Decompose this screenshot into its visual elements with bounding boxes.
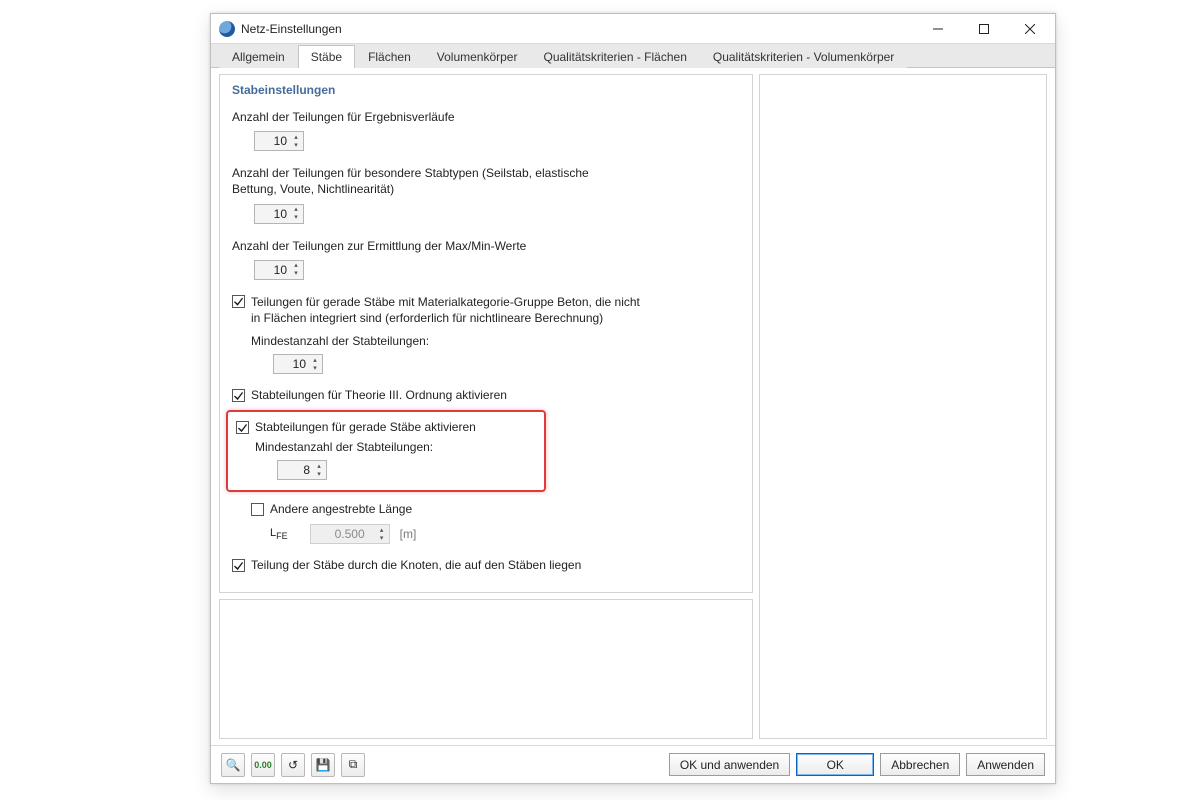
window-title: Netz-Einstellungen (241, 22, 915, 36)
other-length-checkbox[interactable] (251, 503, 264, 516)
minimize-button[interactable] (915, 14, 961, 43)
spinner-down-icon[interactable]: ▾ (309, 364, 321, 372)
tool-units-icon[interactable]: 0.00 (251, 753, 275, 777)
spinner-down-icon[interactable]: ▾ (290, 141, 302, 149)
nodes-division-label: Teilung der Stäbe durch die Knoten, die … (251, 558, 581, 572)
spinner-down-icon[interactable]: ▾ (290, 214, 302, 222)
tab-allgemein[interactable]: Allgemein (219, 45, 298, 68)
apply-button[interactable]: Anwenden (966, 753, 1045, 776)
maximize-button[interactable] (961, 14, 1007, 43)
tab-qualitaet-flaechen[interactable]: Qualitätskriterien - Flächen (530, 45, 699, 68)
settings-panel: Stabeinstellungen Anzahl der Teilungen f… (219, 74, 753, 593)
left-column: Stabeinstellungen Anzahl der Teilungen f… (219, 74, 753, 739)
spinner-up-icon[interactable]: ▴ (309, 356, 321, 364)
spinner-down-icon: ▾ (376, 534, 388, 542)
divisions-results-spinner[interactable]: 10 ▴▾ (254, 131, 304, 151)
tab-flaechen[interactable]: Flächen (355, 45, 424, 68)
concrete-divisions-checkbox[interactable] (232, 295, 245, 308)
straight-divisions-checkbox[interactable] (236, 421, 249, 434)
cancel-button[interactable]: Abbrechen (880, 753, 960, 776)
tab-volumenkoerper[interactable]: Volumenkörper (424, 45, 531, 68)
divisions-results-label: Anzahl der Teilungen für Ergebnisverläuf… (232, 109, 632, 125)
lfe-label: LFE (270, 527, 288, 541)
tool-reset-icon[interactable]: ↺ (281, 753, 305, 777)
tabstrip: Allgemein Stäbe Flächen Volumenkörper Qu… (211, 44, 1055, 68)
titlebar: Netz-Einstellungen (211, 14, 1055, 44)
divisions-special-label: Anzahl der Teilungen für besondere Stabt… (232, 165, 632, 197)
nodes-division-checkbox[interactable] (232, 559, 245, 572)
panel-title: Stabeinstellungen (232, 83, 740, 97)
lfe-spinner: 0.500 ▴▾ (310, 524, 390, 544)
tab-qualitaet-volumenkoerper[interactable]: Qualitätskriterien - Volumenkörper (700, 45, 907, 68)
theory3-checkbox[interactable] (232, 389, 245, 402)
tab-staebe[interactable]: Stäbe (298, 45, 355, 68)
divisions-special-spinner[interactable]: 10 ▴▾ (254, 204, 304, 224)
description-panel (219, 599, 753, 739)
spinner-up-icon[interactable]: ▴ (290, 133, 302, 141)
lfe-unit: [m] (400, 527, 417, 541)
straight-divisions-label: Stabteilungen für gerade Stäbe aktiviere… (255, 420, 476, 434)
ok-and-apply-button[interactable]: OK und anwenden (669, 753, 790, 776)
footer: 🔍 0.00 ↺ 💾 ⧉ OK und anwenden OK Abbreche… (211, 745, 1055, 783)
divisions-maxmin-label: Anzahl der Teilungen zur Ermittlung der … (232, 238, 632, 254)
close-button[interactable] (1007, 14, 1053, 43)
spinner-up-icon[interactable]: ▴ (290, 262, 302, 270)
spinner-up-icon: ▴ (376, 526, 388, 534)
spinner-down-icon[interactable]: ▾ (290, 270, 302, 278)
spinner-up-icon[interactable]: ▴ (313, 462, 325, 470)
concrete-min-label: Mindestanzahl der Stabteilungen: (251, 334, 740, 348)
highlighted-region: Stabteilungen für gerade Stäbe aktiviere… (226, 410, 546, 492)
concrete-divisions-label: Teilungen für gerade Stäbe mit Materialk… (251, 294, 651, 326)
straight-min-spinner[interactable]: 8 ▴▾ (277, 460, 327, 480)
divisions-maxmin-spinner[interactable]: 10 ▴▾ (254, 260, 304, 280)
theory3-label: Stabteilungen für Theorie III. Ordnung a… (251, 388, 507, 402)
dialog-body: Stabeinstellungen Anzahl der Teilungen f… (211, 68, 1055, 745)
preview-panel (759, 74, 1047, 739)
concrete-min-spinner[interactable]: 10 ▴▾ (273, 354, 323, 374)
app-icon (219, 21, 235, 37)
spinner-up-icon[interactable]: ▴ (290, 206, 302, 214)
tool-save-icon[interactable]: 💾 (311, 753, 335, 777)
straight-min-label: Mindestanzahl der Stabteilungen: (255, 440, 536, 454)
other-length-label: Andere angestrebte Länge (270, 502, 412, 516)
spinner-down-icon[interactable]: ▾ (313, 470, 325, 478)
tool-search-icon[interactable]: 🔍 (221, 753, 245, 777)
tool-copy-icon[interactable]: ⧉ (341, 753, 365, 777)
ok-button[interactable]: OK (796, 753, 874, 776)
dialog-window: Netz-Einstellungen Allgemein Stäbe Fläch… (210, 13, 1056, 784)
